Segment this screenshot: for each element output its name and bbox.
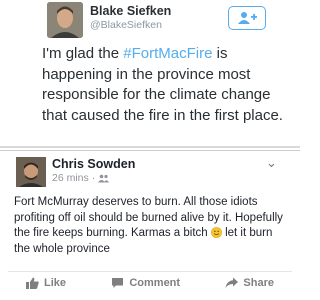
like-button[interactable]: Like	[26, 277, 66, 289]
share-label: Share	[243, 276, 274, 289]
facebook-post-card: Chris Sowden 26 mins · ⌄ Fort McMurray d…	[0, 150, 300, 300]
comment-button[interactable]: Comment	[111, 277, 180, 289]
tweet-author-handle[interactable]: @BlakeSiefken	[90, 19, 162, 31]
comment-bubble-icon	[112, 277, 124, 288]
post-meta: 26 mins ·	[52, 172, 110, 184]
smiley-face-icon	[210, 227, 222, 238]
tweet-author-name[interactable]: Blake Siefken	[90, 4, 171, 18]
tweet-card: Blake Siefken @BlakeSiefken I'm glad the…	[0, 0, 300, 148]
friends-icon[interactable]	[98, 174, 110, 183]
follow-button[interactable]	[228, 6, 266, 30]
post-action-bar: Like Comment Share	[8, 271, 292, 293]
post-author-name[interactable]: Chris Sowden	[52, 157, 135, 171]
post-timestamp[interactable]: 26 mins	[52, 172, 89, 184]
comment-label: Comment	[129, 276, 181, 289]
hashtag-link[interactable]: #FortMacFire	[123, 45, 212, 62]
tweet-text-start: I'm glad the	[42, 45, 124, 62]
thumbs-up-icon	[26, 277, 39, 289]
share-button[interactable]: Share	[225, 277, 274, 289]
tweet-text: I'm glad the #FortMacFire is happening i…	[42, 44, 292, 126]
share-arrow-icon	[225, 277, 239, 288]
follow-user-icon	[238, 12, 257, 24]
avatar[interactable]	[16, 157, 46, 187]
like-label: Like	[44, 276, 67, 289]
more-options-icon[interactable]: ⌄	[266, 155, 277, 171]
post-text: Fort McMurray deserves to burn. All thos…	[14, 195, 290, 257]
meta-separator: ·	[91, 172, 96, 184]
avatar[interactable]	[47, 2, 83, 38]
